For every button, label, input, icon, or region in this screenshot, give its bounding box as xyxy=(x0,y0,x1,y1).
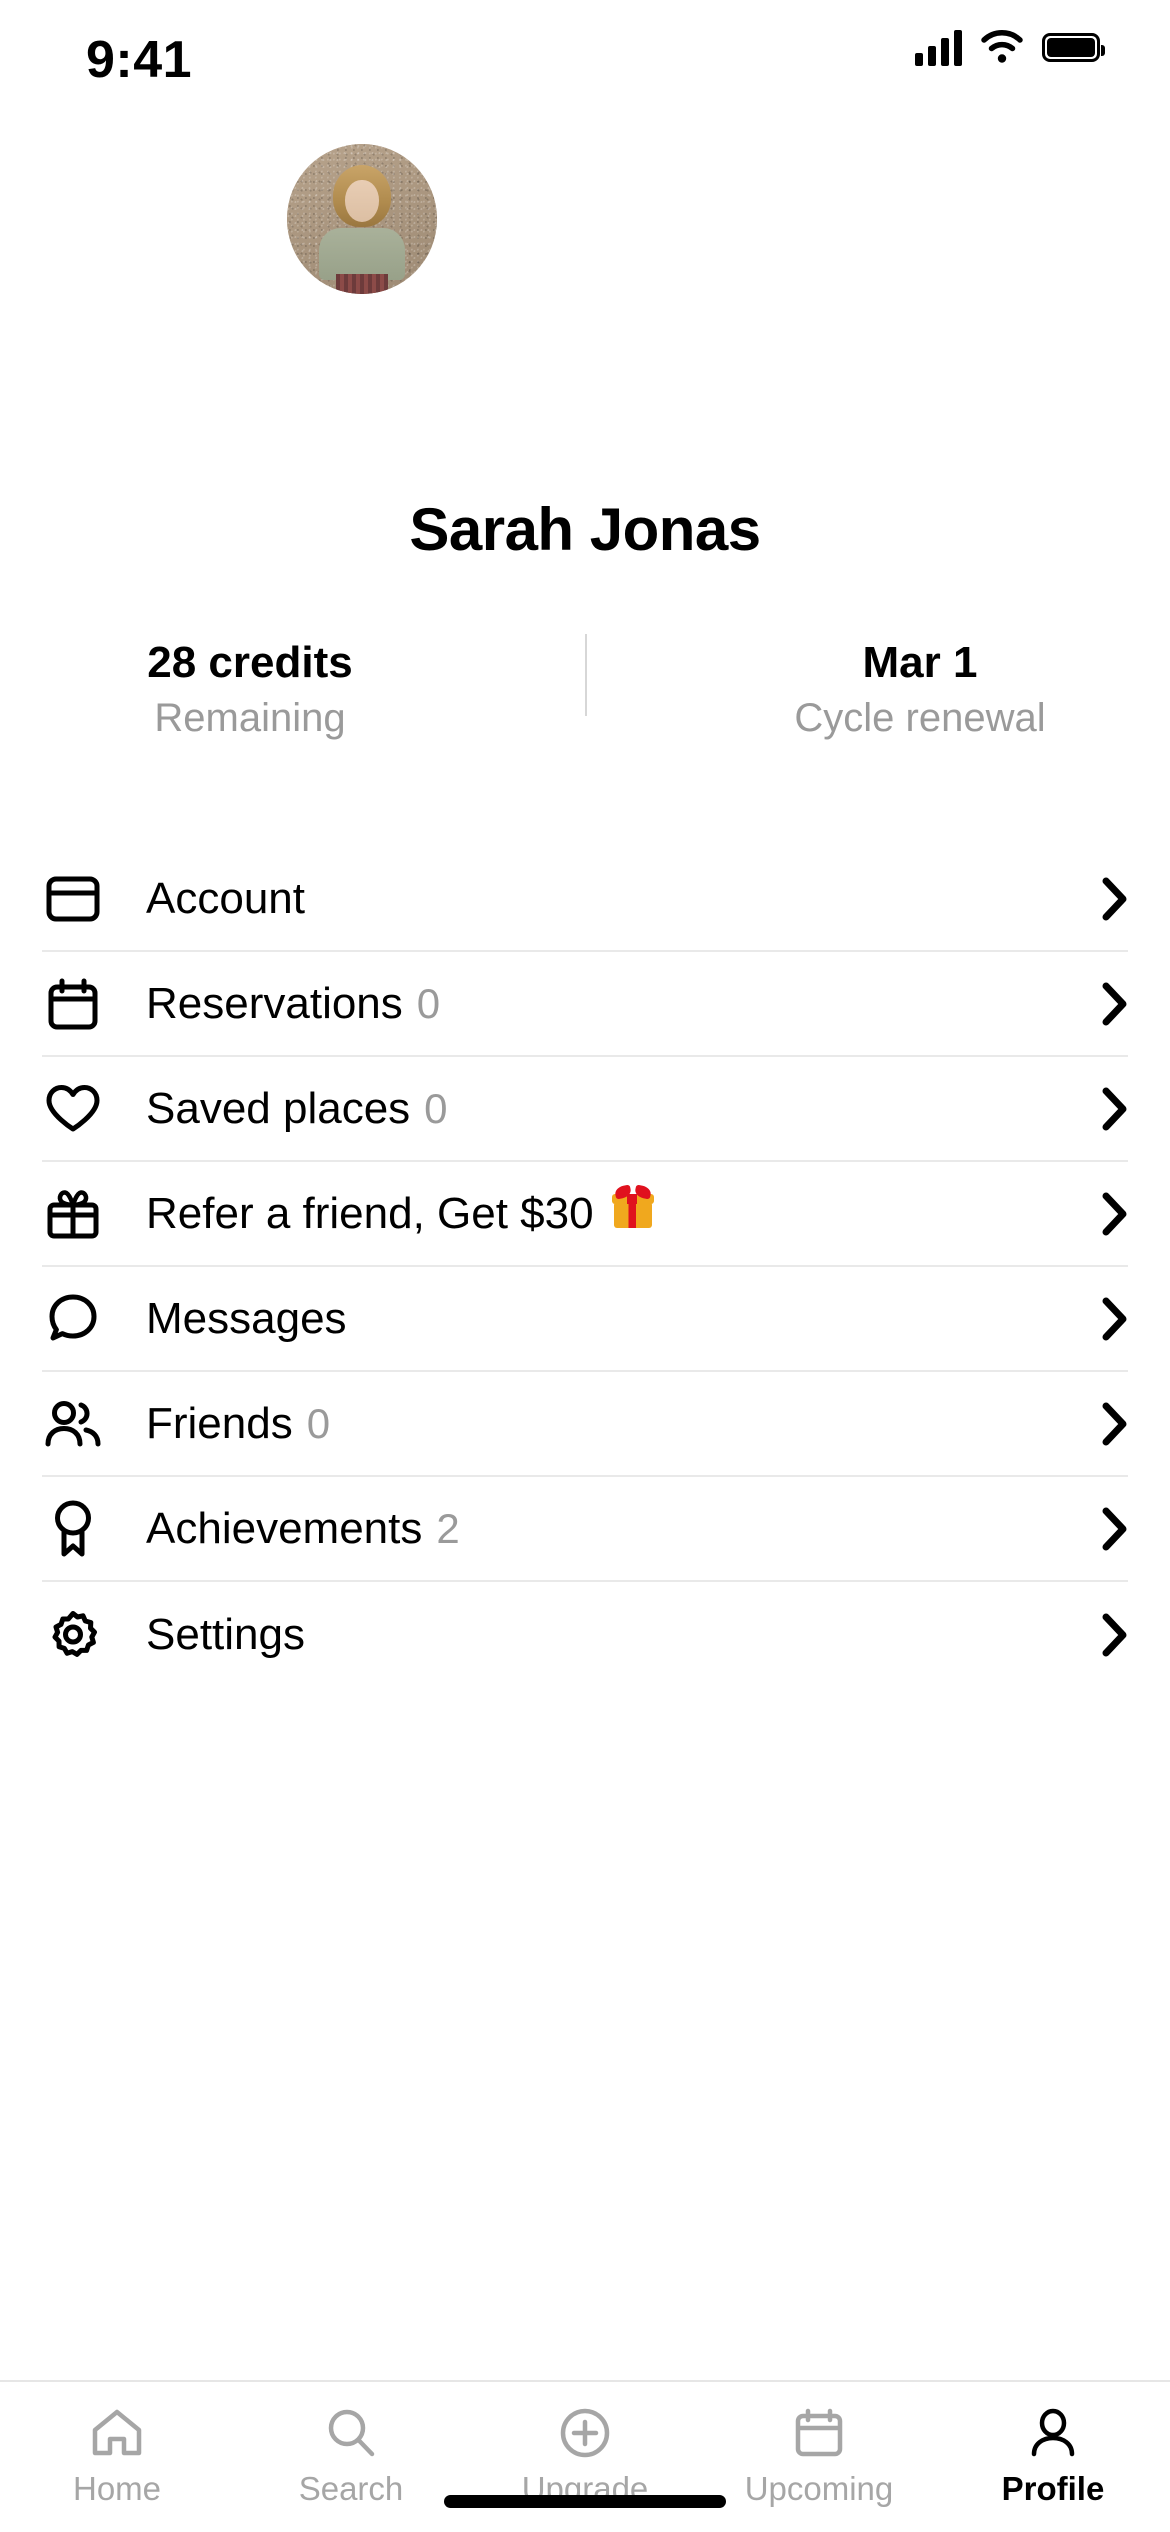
stat-renewal: Mar 1 Cycle renewal xyxy=(670,638,1170,741)
avatar[interactable] xyxy=(287,144,437,294)
tab-label: Profile xyxy=(1001,2470,1105,2507)
menu-item-messages[interactable]: Messages xyxy=(42,1267,1128,1372)
status-bar-time: 9:41 xyxy=(86,31,193,89)
menu-item-reservations[interactable]: Reservations 0 xyxy=(42,952,1128,1057)
menu-list: Account Reservations 0 Saved places 0 Re… xyxy=(0,847,1170,1687)
heart-icon xyxy=(42,1078,104,1140)
menu-item-count: 2 xyxy=(436,1504,460,1552)
chevron-right-icon[interactable] xyxy=(1088,1297,1128,1341)
award-icon xyxy=(42,1498,104,1560)
stat-credits: 28 credits Remaining xyxy=(0,638,500,741)
chevron-right-icon[interactable] xyxy=(1088,877,1128,921)
wifi-icon xyxy=(980,29,1024,65)
gear-icon xyxy=(42,1604,104,1666)
stat-renewal-label: Cycle renewal xyxy=(794,696,1046,741)
menu-item-label: Messages xyxy=(146,1293,347,1343)
gift-emoji xyxy=(611,1184,654,1235)
avatar-photo xyxy=(287,144,437,294)
tab-upcoming[interactable]: Upcoming xyxy=(702,2382,936,2508)
menu-item-label: Achievements xyxy=(146,1503,423,1553)
menu-item-achievements[interactable]: Achievements 2 xyxy=(42,1477,1128,1582)
chevron-right-icon[interactable] xyxy=(1088,1613,1128,1657)
menu-item-friends[interactable]: Friends 0 xyxy=(42,1372,1128,1477)
tab-home[interactable]: Home xyxy=(0,2382,234,2508)
menu-item-label: Reservations xyxy=(146,978,403,1028)
chat-bubble-icon xyxy=(42,1288,104,1350)
menu-item-label: Account xyxy=(146,873,305,923)
person-icon xyxy=(1027,2404,1079,2462)
tab-profile[interactable]: Profile xyxy=(936,2382,1170,2508)
menu-item-count: 0 xyxy=(416,979,441,1027)
menu-item-account[interactable]: Account xyxy=(42,847,1128,952)
cellular-signal-icon xyxy=(915,28,962,66)
chevron-right-icon[interactable] xyxy=(1088,1402,1128,1446)
menu-item-label: Refer a friend, Get $30 xyxy=(146,1189,594,1238)
tab-label: Home xyxy=(72,2470,162,2507)
menu-item-saved-places[interactable]: Saved places 0 xyxy=(42,1057,1128,1162)
chevron-right-icon[interactable] xyxy=(1088,1507,1128,1551)
menu-item-label: Saved places xyxy=(146,1083,411,1133)
profile-stats: 28 credits Remaining Mar 1 Cycle renewal xyxy=(0,634,1170,760)
bottom-tab-bar: Home Search Upgrade Upcoming Profile xyxy=(0,2380,1170,2532)
menu-item-count: 0 xyxy=(306,1399,331,1447)
chevron-right-icon[interactable] xyxy=(1088,982,1128,1026)
tab-search[interactable]: Search xyxy=(234,2382,468,2508)
menu-item-refer-a-friend[interactable]: Refer a friend, Get $30 xyxy=(42,1162,1128,1267)
home-indicator[interactable] xyxy=(444,2495,726,2508)
calendar-icon xyxy=(794,2404,844,2462)
plus-circle-icon xyxy=(559,2404,611,2462)
menu-item-label: Friends xyxy=(146,1398,293,1448)
profile-screen: 9:41 Sarah Jonas 28 credits Remaining Ma… xyxy=(0,0,1170,2532)
menu-item-label: Settings xyxy=(146,1609,305,1659)
stat-renewal-value: Mar 1 xyxy=(862,638,978,687)
credit-card-icon xyxy=(42,868,104,930)
tab-upgrade[interactable]: Upgrade xyxy=(468,2382,702,2508)
magnifier-icon xyxy=(325,2404,377,2462)
menu-item-count: 0 xyxy=(424,1084,448,1132)
status-bar-indicators xyxy=(915,28,1105,66)
page-title: Sarah Jonas xyxy=(409,496,761,563)
tab-label: Upcoming xyxy=(744,2470,894,2507)
stat-credits-label: Remaining xyxy=(154,696,346,741)
gift-icon xyxy=(42,1183,104,1245)
calendar-icon xyxy=(42,973,104,1035)
tab-label: Search xyxy=(298,2470,404,2507)
menu-item-settings[interactable]: Settings xyxy=(42,1582,1128,1687)
chevron-right-icon[interactable] xyxy=(1088,1087,1128,1131)
people-icon xyxy=(42,1393,104,1455)
battery-icon xyxy=(1042,32,1105,62)
chevron-right-icon[interactable] xyxy=(1088,1192,1128,1236)
status-bar: 9:41 xyxy=(0,0,1170,120)
stat-credits-value: 28 credits xyxy=(147,638,353,687)
stats-divider xyxy=(585,634,587,716)
house-icon xyxy=(90,2404,144,2462)
